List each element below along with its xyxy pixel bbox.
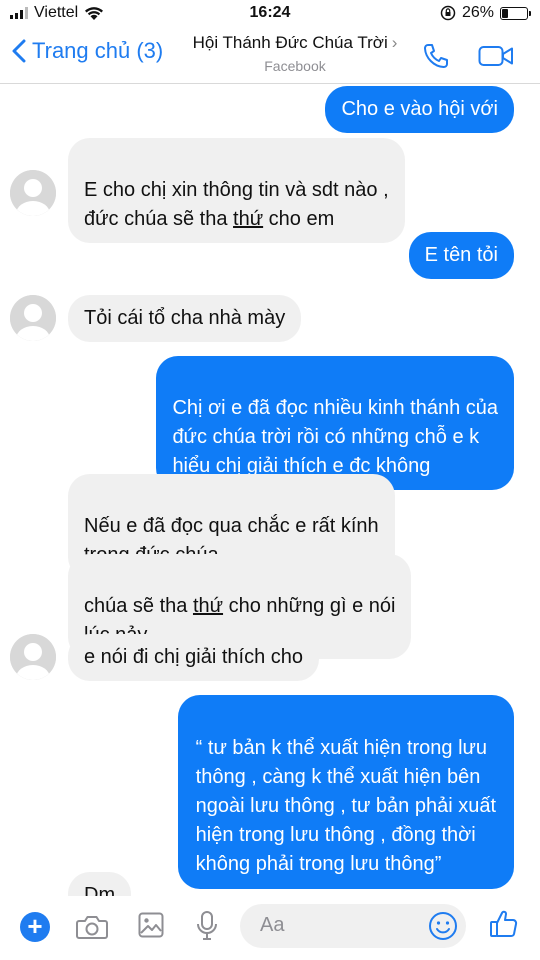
plus-icon[interactable]: + <box>20 912 50 942</box>
conversation-subtitle: Facebook <box>264 58 326 74</box>
thumbs-up-icon[interactable] <box>488 908 520 940</box>
message-text: Cho e vào hội với <box>341 98 498 120</box>
message-text: chúa sẽ tha <box>84 595 193 617</box>
back-button[interactable]: Trang chủ (3) <box>12 38 163 64</box>
avatar[interactable] <box>10 634 56 680</box>
battery-fill <box>502 8 508 18</box>
conversation-header: Trang chủ (3) Hội Thánh Đức Chúa Trời › F… <box>0 28 540 84</box>
message-bubble-outgoing[interactable]: “ tư bản k thể xuất hiện trong lưu thông… <box>177 695 514 889</box>
message-text: e nói đi chị giải thích cho <box>84 646 304 668</box>
message-link-text[interactable]: thứ <box>193 595 223 617</box>
rotation-lock-icon <box>440 5 456 21</box>
message-bubble-outgoing[interactable]: E tên tỏi <box>408 232 514 279</box>
chevron-left-icon <box>12 39 26 63</box>
conversation-title-area[interactable]: Hội Thánh Đức Chúa Trời › Facebook <box>180 33 410 74</box>
message-text: Tỏi cái tổ cha nhà mày <box>84 307 286 329</box>
message-bubble-incoming[interactable]: Dm <box>68 872 132 896</box>
message-input[interactable]: Aa <box>240 904 466 948</box>
conversation-title: Hội Thánh Đức Chúa Trời <box>192 33 388 52</box>
photo-gallery-icon[interactable] <box>138 912 164 938</box>
message-bubble-incoming[interactable]: e nói đi chị giải thích cho <box>68 634 320 681</box>
battery-icon <box>500 6 531 20</box>
message-text: Dm <box>84 884 116 896</box>
avatar[interactable] <box>10 170 56 216</box>
chevron-right-icon: › <box>391 33 398 52</box>
back-label: Trang chủ (3) <box>32 38 164 63</box>
battery-percent: 26% <box>461 4 494 21</box>
emoji-icon[interactable] <box>428 911 458 941</box>
message-bubble-incoming[interactable]: E cho chị xin thông tin và sdt nào , đức… <box>68 138 405 243</box>
avatar[interactable] <box>10 295 56 341</box>
video-call-icon[interactable] <box>478 44 514 68</box>
message-bubble-outgoing[interactable]: Chị ơi e đã đọc nhiều kinh thánh của đức… <box>156 356 514 490</box>
header-actions <box>422 42 514 70</box>
composer-bar: + Aa <box>0 896 540 960</box>
message-input-placeholder: Aa <box>260 914 285 936</box>
status-right: 26% <box>440 4 531 22</box>
user-silhouette-icon <box>10 634 56 680</box>
message-bubble-outgoing[interactable]: Cho e vào hội với <box>325 86 514 133</box>
message-link-text[interactable]: thứ <box>233 208 263 230</box>
user-silhouette-icon <box>10 170 56 216</box>
user-silhouette-icon <box>10 295 56 341</box>
message-bubble-incoming[interactable]: Tỏi cái tổ cha nhà mày <box>68 295 302 342</box>
message-text: “ tư bản k thể xuất hiện trong lưu thông… <box>195 737 496 875</box>
message-text: cho em <box>263 208 335 230</box>
microphone-icon[interactable] <box>196 910 218 942</box>
message-text: Chị ơi e đã đọc nhiều kinh thánh của đức… <box>172 397 498 477</box>
message-text: E tên tỏi <box>424 244 498 266</box>
message-thread[interactable]: Cho e vào hội với E cho chị xin thông ti… <box>0 84 540 896</box>
camera-icon[interactable] <box>76 914 108 940</box>
status-bar: Viettel 16:24 26% <box>0 0 540 28</box>
phone-icon[interactable] <box>422 42 450 70</box>
